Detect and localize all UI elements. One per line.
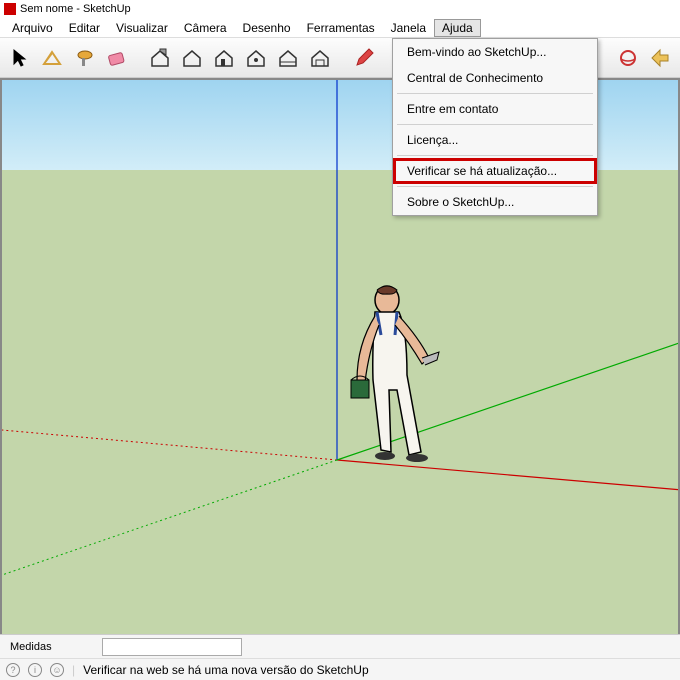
select-tool[interactable] (6, 44, 34, 72)
menu-arquivo[interactable]: Arquivo (4, 19, 61, 37)
house-tool-2[interactable] (178, 44, 206, 72)
user-icon[interactable]: ☺ (50, 663, 64, 677)
bottom-panel: Medidas (0, 634, 680, 658)
window-title: Sem nome - SketchUp (20, 3, 131, 15)
menu-desenho[interactable]: Desenho (235, 19, 299, 37)
status-message: Verificar na web se há uma nova versão d… (83, 663, 369, 677)
house-tool-3[interactable] (210, 44, 238, 72)
help-dropdown: Bem-vindo ao SketchUp... Central de Conh… (392, 38, 598, 216)
menu-about[interactable]: Sobre o SketchUp... (393, 189, 597, 215)
dropdown-separator (397, 155, 593, 156)
status-separator: | (72, 663, 75, 677)
menu-check-updates[interactable]: Verificar se há atualização... (393, 158, 597, 184)
menu-ferramentas[interactable]: Ferramentas (299, 19, 383, 37)
menubar: Arquivo Editar Visualizar Câmera Desenho… (0, 18, 680, 38)
menu-visualizar[interactable]: Visualizar (108, 19, 176, 37)
dropdown-separator (397, 93, 593, 94)
menu-editar[interactable]: Editar (61, 19, 108, 37)
menu-ajuda[interactable]: Ajuda (434, 19, 481, 37)
menu-welcome[interactable]: Bem-vindo ao SketchUp... (393, 39, 597, 65)
scale-figure (337, 280, 457, 480)
menu-contact[interactable]: Entre em contato (393, 96, 597, 122)
measure-label: Medidas (10, 641, 52, 653)
app-icon (4, 3, 16, 15)
paint-tool[interactable] (70, 44, 98, 72)
orbit-tool[interactable] (614, 44, 642, 72)
info-icon[interactable]: i (28, 663, 42, 677)
shape-tool[interactable] (38, 44, 66, 72)
house-tool-4[interactable] (242, 44, 270, 72)
menu-janela[interactable]: Janela (383, 19, 434, 37)
house-tool-5[interactable] (274, 44, 302, 72)
axis-green-neg (2, 460, 337, 575)
statusbar: ? i ☺ | Verificar na web se há uma nova … (0, 658, 680, 680)
eraser-tool[interactable] (102, 44, 130, 72)
measure-input[interactable] (102, 638, 242, 656)
pan-tool[interactable] (646, 44, 674, 72)
menu-license[interactable]: Licença... (393, 127, 597, 153)
dropdown-separator (397, 186, 593, 187)
pencil-tool[interactable] (350, 44, 378, 72)
help-icon[interactable]: ? (6, 663, 20, 677)
menu-camera[interactable]: Câmera (176, 19, 235, 37)
menu-knowledge[interactable]: Central de Conhecimento (393, 65, 597, 91)
house-tool-1[interactable] (146, 44, 174, 72)
axis-red-neg (2, 430, 337, 460)
dropdown-separator (397, 124, 593, 125)
titlebar: Sem nome - SketchUp (0, 0, 680, 18)
house-tool-6[interactable] (306, 44, 334, 72)
